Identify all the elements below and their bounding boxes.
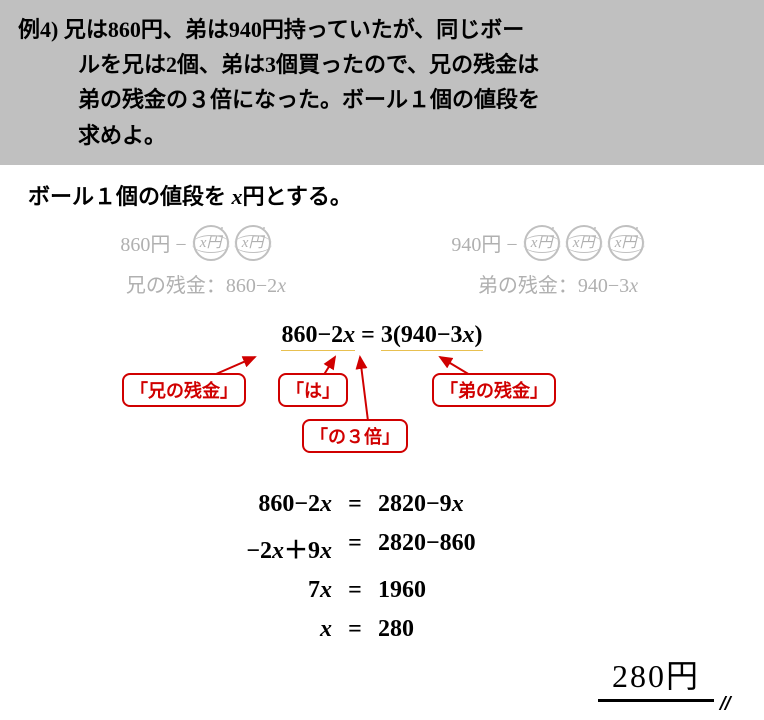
- elder-remainder: 兄の残金：860−2x: [126, 269, 286, 298]
- step-right: 1960: [370, 577, 426, 604]
- setup-line: ボール１個の値段を x円とする。: [0, 165, 764, 221]
- annotations: 「兄の残金」 「は」 「弟の残金」 「の３倍」: [0, 355, 764, 475]
- steps: 860−2x = 2820−9x −2x＋9x = 2820−860 7x = …: [0, 475, 764, 649]
- elder-money: 860円 −: [120, 228, 186, 257]
- diagram-row: 860円 − x円 x円 940円 − x円 x円 x円: [0, 221, 764, 265]
- younger-diagram: 940円 − x円 x円 x円: [451, 225, 643, 261]
- problem-box: 例4) 兄は860円、弟は940円持っていたが、同じボー ルを兄は2個、弟は3個…: [0, 0, 764, 165]
- s1lb: ＋9: [284, 538, 320, 564]
- eq-rhs-expr: 940−3: [401, 322, 463, 348]
- callout-triple: 「の３倍」: [302, 419, 408, 453]
- step-row: 7x = 1960: [0, 571, 764, 610]
- step-left: x: [0, 616, 340, 643]
- step-left: 860−2x: [0, 491, 340, 518]
- s0la: 860−2: [258, 491, 320, 517]
- s2la: 7: [308, 577, 320, 603]
- s3ra: 280: [378, 616, 414, 642]
- step-row: 860−2x = 2820−9x: [0, 485, 764, 524]
- younger-money: 940円 −: [451, 228, 517, 257]
- ball-icon: x円: [524, 225, 560, 261]
- s2ra: 1960: [378, 577, 426, 603]
- equation-lhs: 860−2x: [281, 322, 355, 351]
- s1la: −2: [246, 538, 272, 564]
- elder-remainder-expr: 860−2: [226, 275, 277, 297]
- ball-icon: x円: [608, 225, 644, 261]
- s1lv: x: [272, 538, 284, 564]
- step-right: 280: [370, 616, 414, 643]
- eq-po: (: [393, 322, 401, 348]
- eq-lhs-var: x: [343, 322, 355, 348]
- step-row: −2x＋9x = 2820−860: [0, 524, 764, 571]
- problem-label: 例4): [18, 17, 58, 42]
- problem-line4: 求めよ。: [18, 118, 746, 153]
- step-eq: =: [340, 491, 370, 518]
- step-eq: =: [340, 616, 370, 643]
- elder-diagram: 860円 − x円 x円: [120, 225, 270, 261]
- younger-remainder-label: 弟の残金：: [478, 275, 578, 297]
- younger-remainder-var: x: [629, 275, 638, 297]
- eq-lhs-text: 860−2: [281, 322, 343, 348]
- step-eq: =: [340, 530, 370, 565]
- setup-suffix: 円とする。: [243, 184, 352, 209]
- younger-remainder-expr: 940−3: [578, 275, 629, 297]
- eq-pc: ): [475, 322, 483, 348]
- ball-icon: x円: [566, 225, 602, 261]
- s1lv2: x: [320, 538, 332, 564]
- ball-icon: x円: [193, 225, 229, 261]
- callout-elder: 「兄の残金」: [122, 373, 246, 407]
- step-left: 7x: [0, 577, 340, 604]
- setup-prefix: ボール１個の値段を: [28, 184, 232, 209]
- equation-coef: 3: [381, 322, 393, 351]
- problem-line3: 弟の残金の３倍になった。ボール１個の値段を: [18, 82, 746, 117]
- s3lv: x: [320, 616, 332, 642]
- s0lv: x: [320, 491, 332, 517]
- step-right: 2820−9x: [370, 491, 464, 518]
- eq-rhs-var: x: [463, 322, 475, 348]
- elder-remainder-label: 兄の残金：: [126, 275, 226, 297]
- arrow-lines: [0, 355, 764, 475]
- ball-icon: x円: [235, 225, 271, 261]
- s2lv: x: [320, 577, 332, 603]
- answer: 280円: [598, 651, 714, 702]
- step-left: −2x＋9x: [0, 530, 340, 565]
- step-right: 2820−860: [370, 530, 476, 565]
- equation-rhs: (940−3x): [393, 322, 483, 351]
- s1ra: 2820−860: [378, 530, 476, 556]
- younger-remainder: 弟の残金：940−3x: [478, 269, 638, 298]
- equation-eq: =: [361, 322, 381, 348]
- problem-line1: 兄は860円、弟は940円持っていたが、同じボー: [64, 17, 524, 42]
- setup-variable: x: [232, 184, 243, 209]
- step-row: x = 280: [0, 610, 764, 649]
- main-equation: 860−2x = 3(940−3x): [0, 314, 764, 355]
- elder-remainder-var: x: [277, 275, 286, 297]
- callout-younger: 「弟の残金」: [432, 373, 556, 407]
- problem-line2: ルを兄は2個、弟は3個買ったので、兄の残金は: [18, 47, 746, 82]
- s0ra: 2820−9: [378, 491, 452, 517]
- callout-wa: 「は」: [278, 373, 348, 407]
- remainder-row: 兄の残金：860−2x 弟の残金：940−3x: [0, 265, 764, 314]
- step-eq: =: [340, 577, 370, 604]
- s0rv: x: [452, 491, 464, 517]
